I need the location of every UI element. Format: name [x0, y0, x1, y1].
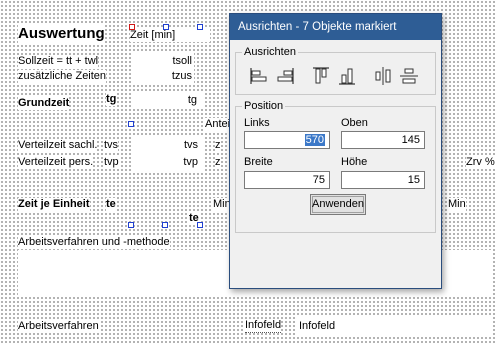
sollzeit-label[interactable]: Sollzeit = tt + twl — [18, 55, 99, 68]
selection-handle[interactable] — [197, 222, 203, 228]
tvs-short-label[interactable]: tvs — [104, 139, 119, 152]
apply-button[interactable]: Anwenden — [310, 194, 366, 215]
tvs-field[interactable]: tvs — [132, 137, 204, 154]
dialog-title-bar[interactable]: Ausrichten - 7 Objekte markiert — [230, 14, 441, 40]
form-title[interactable]: Auswertung — [18, 25, 105, 43]
links-value: 570 — [304, 134, 325, 146]
selection-handle[interactable] — [128, 222, 134, 228]
align-top-icon[interactable] — [310, 65, 332, 87]
zrv-label[interactable]: Zrv % — [466, 156, 495, 169]
selection-handle[interactable] — [163, 24, 169, 30]
tg-short-label[interactable]: tg — [106, 93, 117, 106]
oben-label: Oben — [341, 117, 368, 129]
position-group-label: Position — [242, 99, 286, 113]
infofeld-label[interactable]: Infofeld — [245, 319, 282, 333]
z-label-2: z — [215, 156, 221, 169]
zusatz-label[interactable]: zusätzliche Zeiten — [18, 70, 107, 83]
zeit-je-einheit-label[interactable]: Zeit je Einheit — [18, 198, 90, 211]
tg-field[interactable]: tg — [132, 92, 204, 109]
arbeitsverfahren-methode-label[interactable]: Arbeitsverfahren und -methode — [18, 236, 170, 249]
ausrichten-group-label: Ausrichten — [242, 45, 298, 59]
oben-input[interactable]: 145 — [341, 131, 425, 149]
selection-handle[interactable] — [197, 24, 203, 30]
breite-input[interactable]: 75 — [244, 171, 330, 189]
hoehe-input[interactable]: 15 — [341, 171, 425, 189]
verteil-pers-label[interactable]: Verteilzeit pers. — [18, 156, 94, 169]
selection-handle[interactable] — [128, 121, 134, 127]
hoehe-label: Höhe — [341, 156, 368, 168]
infofeld-field[interactable]: Infofeld — [296, 316, 492, 337]
verteil-sach-label[interactable]: Verteilzeit sachl. — [18, 139, 98, 152]
align-center-horizontal-icon[interactable] — [372, 65, 394, 87]
te-short-label[interactable]: te — [106, 198, 116, 211]
breite-label: Breite — [244, 156, 273, 168]
min-label-2[interactable]: Min — [448, 198, 466, 211]
tvp-field[interactable]: tvp — [132, 154, 204, 171]
links-label: Links — [244, 117, 270, 129]
links-input[interactable]: 570 — [244, 131, 330, 149]
position-group: Position Links 570 Oben 145 Breite 75 Hö… — [235, 99, 436, 233]
align-center-vertical-icon[interactable] — [398, 65, 420, 87]
z-label-1: z — [215, 139, 221, 152]
tvp-short-label[interactable]: tvp — [104, 156, 119, 169]
selection-handle[interactable] — [162, 222, 168, 228]
arbeitsverfahren-label[interactable]: Arbeitsverfahren — [18, 320, 99, 333]
ausrichten-group: Ausrichten — [235, 45, 436, 95]
selection-handle[interactable] — [129, 24, 135, 30]
align-bottom-icon[interactable] — [336, 65, 358, 87]
align-right-icon[interactable] — [274, 65, 296, 87]
apply-button-label: Anwenden — [312, 198, 364, 210]
zeit-label[interactable]: Zeit [min] — [130, 29, 210, 42]
align-dialog: Ausrichten - 7 Objekte markiert Ausricht… — [229, 13, 442, 289]
align-left-icon[interactable] — [248, 65, 270, 87]
grundzeit-label[interactable]: Grundzeit — [18, 97, 70, 110]
tzus-field[interactable]: tzus — [132, 68, 194, 85]
